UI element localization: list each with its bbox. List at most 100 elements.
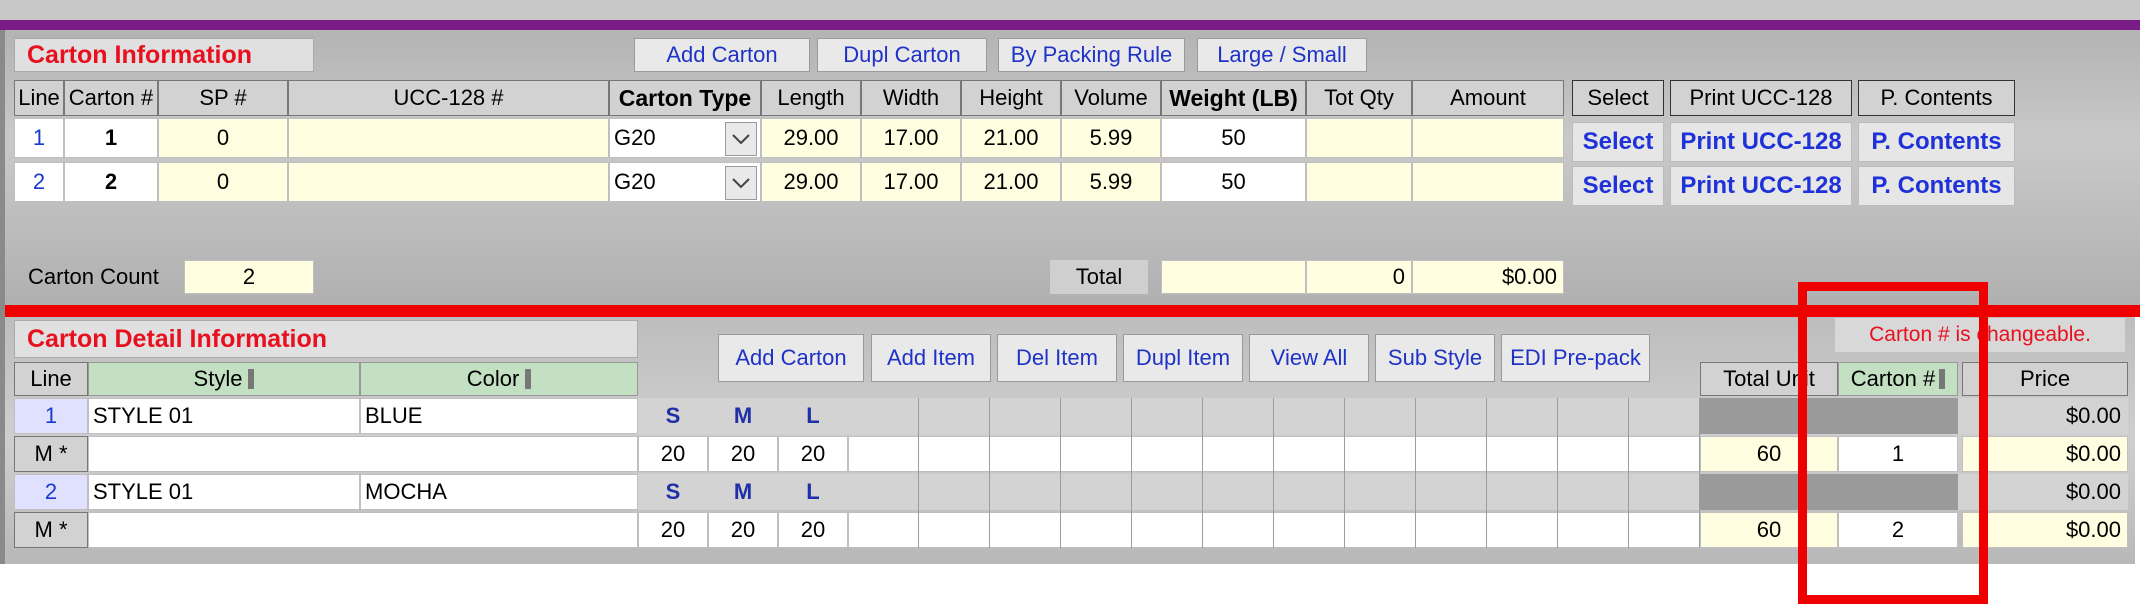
col-line-header: Line bbox=[14, 80, 64, 116]
volume-2[interactable]: 5.99 bbox=[1061, 162, 1161, 202]
p-contents-button-2[interactable]: P. Contents bbox=[1858, 166, 2015, 206]
detail-color-header: Color bbox=[360, 362, 638, 396]
print-ucc-button-2[interactable]: Print UCC-128 bbox=[1670, 166, 1852, 206]
column-resize-icon[interactable] bbox=[1939, 369, 1946, 389]
detail-style-header: Style bbox=[88, 362, 360, 396]
carton-count-value: 2 bbox=[184, 260, 314, 294]
style-2[interactable]: STYLE 01 bbox=[88, 474, 360, 510]
chevron-down-icon[interactable] bbox=[725, 166, 757, 200]
size-m-1: M bbox=[733, 403, 753, 428]
add-carton-button[interactable]: Add Carton bbox=[634, 38, 810, 72]
total-weight bbox=[1161, 260, 1306, 294]
qty-note-1 bbox=[88, 436, 638, 472]
qty-l-1[interactable]: 20 bbox=[778, 436, 848, 472]
qty-s-2[interactable]: 20 bbox=[638, 512, 708, 548]
col-carton-header: Carton # bbox=[64, 80, 158, 116]
amount-2 bbox=[1412, 162, 1564, 202]
color-2[interactable]: MOCHA bbox=[360, 474, 638, 510]
dupl-item-button[interactable]: Dupl Item bbox=[1123, 334, 1243, 382]
add-item-button[interactable]: Add Item bbox=[871, 334, 991, 382]
edi-prepack-button[interactable]: EDI Pre-pack bbox=[1501, 334, 1650, 382]
col-amount-header: Amount bbox=[1412, 80, 1564, 116]
detail-add-carton-button[interactable]: Add Carton bbox=[718, 334, 864, 382]
by-packing-rule-button[interactable]: By Packing Rule bbox=[998, 38, 1185, 72]
detail-carton-header-text: Carton # bbox=[1850, 366, 1936, 391]
carton-assign-2[interactable]: 2 bbox=[1838, 512, 1958, 548]
qty-l-2[interactable]: 20 bbox=[778, 512, 848, 548]
col-sp-header: SP # bbox=[158, 80, 288, 116]
carton-changeable-notice: Carton # is changeable. bbox=[1835, 318, 2125, 352]
view-all-button[interactable]: View All bbox=[1249, 334, 1369, 382]
price-top-2: $0.00 bbox=[1962, 474, 2128, 510]
col-length-header: Length bbox=[761, 80, 861, 116]
size-m-2: M bbox=[733, 479, 753, 504]
qty-s-1[interactable]: 20 bbox=[638, 436, 708, 472]
sub-label-2: M * bbox=[14, 512, 88, 548]
color-1[interactable]: BLUE bbox=[360, 398, 638, 434]
sp-number-1[interactable]: 0 bbox=[158, 118, 288, 158]
sp-number-2[interactable]: 0 bbox=[158, 162, 288, 202]
detail-title: Carton Detail Information bbox=[14, 320, 638, 358]
left-edge bbox=[0, 30, 5, 564]
carton-line-2: 2 bbox=[14, 162, 64, 202]
col-height-header: Height bbox=[961, 80, 1061, 116]
dupl-carton-button[interactable]: Dupl Carton bbox=[817, 38, 987, 72]
size-grid-lines bbox=[848, 398, 1700, 548]
sub-label-1: M * bbox=[14, 436, 88, 472]
total-unit-header: Total Unit bbox=[1700, 362, 1838, 396]
col-weight-header: Weight (LB) bbox=[1161, 80, 1306, 116]
top-purple-bar bbox=[0, 20, 2140, 30]
total-unit-gray-1 bbox=[1700, 398, 1958, 434]
col-ucc-header: UCC-128 # bbox=[288, 80, 609, 116]
select-button-2[interactable]: Select bbox=[1572, 166, 1664, 206]
tot-qty-2 bbox=[1306, 162, 1412, 202]
width-1[interactable]: 17.00 bbox=[861, 118, 961, 158]
red-divider bbox=[0, 305, 2140, 317]
width-2[interactable]: 17.00 bbox=[861, 162, 961, 202]
col-tot-qty-header: Tot Qty bbox=[1306, 80, 1412, 116]
column-resize-icon[interactable] bbox=[248, 369, 255, 389]
carton-type-value-1: G20 bbox=[614, 125, 656, 150]
total-qty: 0 bbox=[1306, 260, 1412, 294]
total-label: Total bbox=[1050, 260, 1148, 294]
volume-1[interactable]: 5.99 bbox=[1061, 118, 1161, 158]
amount-1 bbox=[1412, 118, 1564, 158]
carton-assign-1[interactable]: 1 bbox=[1838, 436, 1958, 472]
p-contents-button-1[interactable]: P. Contents bbox=[1858, 122, 2015, 162]
print-ucc-button-1[interactable]: Print UCC-128 bbox=[1670, 122, 1852, 162]
price-bottom-1: $0.00 bbox=[1962, 436, 2128, 472]
length-2[interactable]: 29.00 bbox=[761, 162, 861, 202]
qty-m-2[interactable]: 20 bbox=[708, 512, 778, 548]
total-unit-gray-2 bbox=[1700, 474, 1958, 510]
weight-1[interactable]: 50 bbox=[1161, 118, 1306, 158]
detail-line-2: 2 bbox=[14, 474, 88, 510]
col-volume-header: Volume bbox=[1061, 80, 1161, 116]
height-1[interactable]: 21.00 bbox=[961, 118, 1061, 158]
carton-type-value-2: G20 bbox=[614, 169, 656, 194]
col-contents-header: P. Contents bbox=[1858, 80, 2015, 116]
column-resize-icon[interactable] bbox=[525, 369, 532, 389]
tot-qty-1 bbox=[1306, 118, 1412, 158]
large-small-button[interactable]: Large / Small bbox=[1197, 38, 1367, 72]
weight-2[interactable]: 50 bbox=[1161, 162, 1306, 202]
col-carton-type-header: Carton Type bbox=[609, 80, 761, 116]
detail-carton-header: Carton # bbox=[1838, 362, 1958, 396]
ucc-field-1[interactable] bbox=[288, 118, 609, 158]
height-2[interactable]: 21.00 bbox=[961, 162, 1061, 202]
detail-line-header: Line bbox=[14, 362, 88, 396]
ucc-field-2[interactable] bbox=[288, 162, 609, 202]
total-amount: $0.00 bbox=[1412, 260, 1564, 294]
detail-line-1: 1 bbox=[14, 398, 88, 434]
total-unit-2: 60 bbox=[1700, 512, 1838, 548]
size-s-1: S bbox=[665, 403, 681, 428]
style-1[interactable]: STYLE 01 bbox=[88, 398, 360, 434]
sub-style-button[interactable]: Sub Style bbox=[1375, 334, 1495, 382]
length-1[interactable]: 29.00 bbox=[761, 118, 861, 158]
carton-count-label: Carton Count bbox=[28, 264, 159, 289]
carton-number-1: 1 bbox=[64, 118, 158, 158]
del-item-button[interactable]: Del Item bbox=[997, 334, 1117, 382]
select-button-1[interactable]: Select bbox=[1572, 122, 1664, 162]
qty-m-1[interactable]: 20 bbox=[708, 436, 778, 472]
chevron-down-icon[interactable] bbox=[725, 122, 757, 156]
detail-color-header-text: Color bbox=[466, 366, 520, 391]
